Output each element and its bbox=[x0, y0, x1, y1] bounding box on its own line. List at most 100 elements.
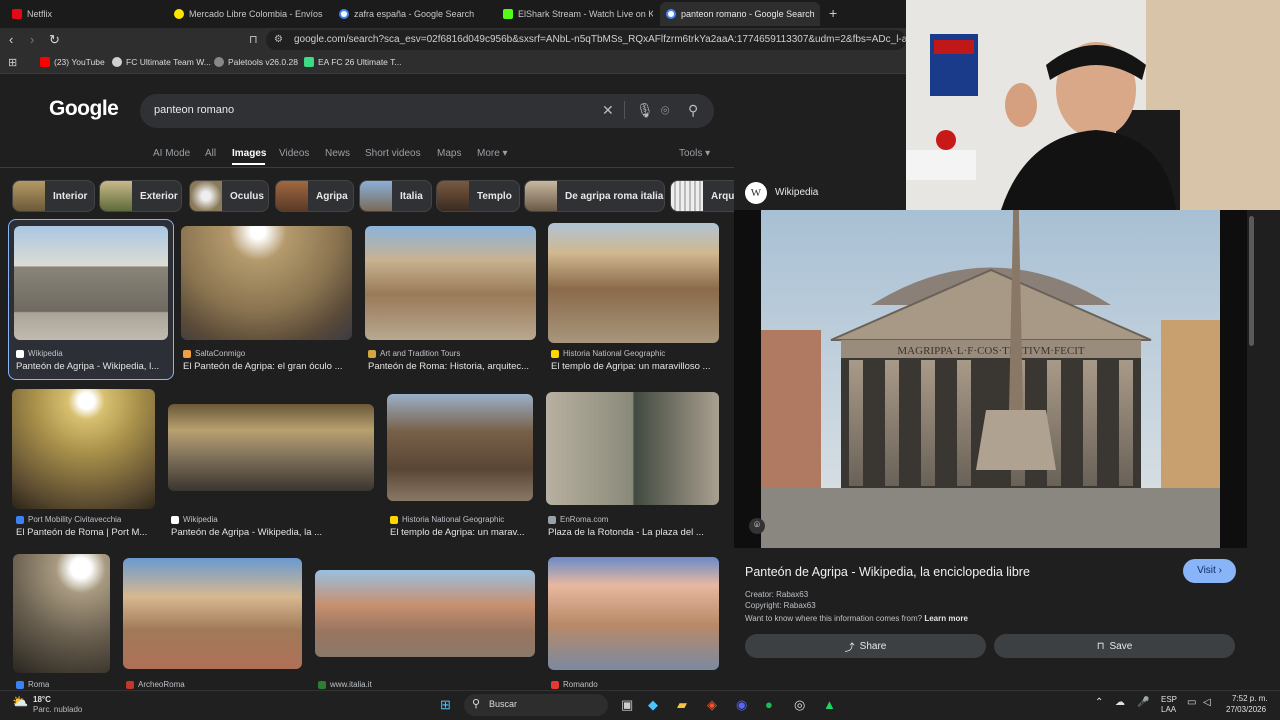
preview-image[interactable]: MAGRIPPA·L·F·COS·TERTIVM·FECIT bbox=[761, 210, 1220, 548]
panel-title[interactable]: Panteón de Agripa - Wikipedia, la encicl… bbox=[745, 565, 1030, 579]
copilot-icon[interactable]: ◆ bbox=[648, 697, 658, 713]
result-title[interactable]: Panteón de Agripa - Wikipedia, la ... bbox=[171, 527, 371, 538]
clock-time[interactable]: 7:52 p. m. bbox=[1232, 694, 1268, 703]
chip-templo[interactable]: Templo bbox=[436, 180, 520, 212]
taskbar-search[interactable]: Buscar bbox=[464, 694, 608, 716]
tab-more[interactable]: More ▾ bbox=[477, 148, 508, 159]
chip-exterior[interactable]: Exterior bbox=[99, 180, 182, 212]
onedrive-icon[interactable]: ☁ bbox=[1115, 697, 1125, 708]
lens-search-icon[interactable]: ⌾ bbox=[749, 518, 765, 534]
network-icon[interactable]: ▭ bbox=[1187, 697, 1196, 708]
wikipedia-icon[interactable]: W bbox=[745, 182, 767, 204]
result-image[interactable] bbox=[548, 223, 719, 343]
microphone-tray-icon[interactable]: 🎤 bbox=[1137, 697, 1149, 708]
brave-icon[interactable]: ◈ bbox=[707, 697, 717, 713]
result-image[interactable] bbox=[12, 389, 155, 509]
result-image[interactable] bbox=[315, 570, 535, 657]
tab-videos[interactable]: Videos bbox=[279, 148, 309, 159]
result-image[interactable] bbox=[548, 557, 719, 670]
tab-mercadolibre[interactable]: Mercado Libre Colombia - Envíos Gra... bbox=[174, 4, 324, 24]
result-source[interactable]: Roma bbox=[16, 680, 49, 689]
result-image[interactable] bbox=[168, 404, 374, 491]
discord-icon[interactable]: ◉ bbox=[736, 697, 747, 713]
result-source[interactable]: EnRoma.com bbox=[548, 515, 608, 524]
result-image[interactable] bbox=[181, 226, 352, 340]
tab-news[interactable]: News bbox=[325, 148, 350, 159]
result-source[interactable]: Port Mobility Civitavecchia bbox=[16, 515, 121, 524]
tab-zafra[interactable]: zafra españa - Google Search bbox=[339, 4, 489, 24]
tab-panteon[interactable]: panteon romano - Google Search✕ bbox=[660, 2, 820, 26]
save-button[interactable]: ⊓ Save bbox=[994, 634, 1235, 658]
lens-icon[interactable]: ⌾ bbox=[661, 102, 669, 119]
tab-maps[interactable]: Maps bbox=[437, 148, 461, 159]
result-title[interactable]: El Panteón de Agripa: el gran óculo ... bbox=[183, 361, 351, 372]
weather-desc[interactable]: Parc. nublado bbox=[33, 705, 82, 714]
address-bar[interactable]: google.com/search?sca_esv=02f6816d049c95… bbox=[266, 30, 906, 50]
tab-kick[interactable]: ElShark Stream - Watch Live on Kick bbox=[503, 4, 653, 24]
bookmark-star-icon[interactable]: ⊓ bbox=[249, 33, 258, 46]
result-source[interactable]: Romando bbox=[551, 680, 598, 689]
result-image[interactable] bbox=[365, 226, 536, 340]
visit-button[interactable]: Visit › bbox=[1183, 559, 1236, 583]
panel-site-name[interactable]: Wikipedia bbox=[775, 187, 818, 198]
result-source[interactable]: Historia National Geographic bbox=[390, 515, 504, 524]
forward-icon[interactable]: › bbox=[30, 32, 34, 47]
result-source[interactable]: www.italia.it bbox=[318, 680, 372, 689]
bookmark-youtube[interactable]: (23) YouTube bbox=[40, 57, 105, 67]
result-source[interactable]: Historia National Geographic bbox=[551, 349, 665, 358]
panel-scrollbar[interactable] bbox=[1249, 216, 1254, 346]
bookmark-ea-fc[interactable]: EA FC 26 Ultimate T... bbox=[304, 57, 401, 67]
chip-arqui[interactable]: Arqui bbox=[670, 180, 734, 212]
result-image[interactable] bbox=[14, 226, 168, 340]
reload-icon[interactable]: ↻ bbox=[49, 32, 60, 48]
result-title[interactable]: Plaza de la Rotonda - La plaza del ... bbox=[548, 527, 719, 538]
result-source[interactable]: Wikipedia bbox=[171, 515, 218, 524]
chip-italia[interactable]: Italia bbox=[359, 180, 432, 212]
result-title[interactable]: El templo de Agripa: un marav... bbox=[390, 527, 533, 538]
task-view-icon[interactable]: ▣ bbox=[621, 697, 633, 713]
spotify-icon[interactable]: ● bbox=[765, 697, 773, 712]
app-icon[interactable]: ▲ bbox=[823, 697, 836, 712]
site-info-icon[interactable]: ⚙ bbox=[274, 34, 283, 45]
result-image[interactable] bbox=[546, 392, 719, 505]
new-tab-button[interactable]: + bbox=[829, 5, 837, 21]
tab-netflix[interactable]: Netflix bbox=[12, 4, 162, 24]
microphone-icon[interactable]: 🎙 bbox=[636, 102, 654, 119]
result-image[interactable] bbox=[387, 394, 533, 501]
clear-icon[interactable]: ✕ bbox=[602, 102, 614, 119]
tab-short-videos[interactable]: Short videos bbox=[365, 148, 421, 159]
result-source[interactable]: Wikipedia bbox=[16, 349, 63, 358]
result-image[interactable] bbox=[13, 554, 110, 673]
weather-icon[interactable]: ⛅ bbox=[12, 694, 28, 710]
apps-grid-icon[interactable]: ⊞ bbox=[8, 56, 17, 69]
chip-interior[interactable]: Interior bbox=[12, 180, 95, 212]
tab-images[interactable]: Images bbox=[232, 148, 266, 159]
chip-oculus[interactable]: Oculus bbox=[189, 180, 269, 212]
file-explorer-icon[interactable]: ▰ bbox=[677, 697, 687, 713]
result-title[interactable]: Panteón de Agripa - Wikipedia, l... bbox=[16, 361, 166, 372]
search-query[interactable]: panteon romano bbox=[154, 104, 234, 116]
clock-date[interactable]: 27/03/2026 bbox=[1226, 705, 1266, 714]
tray-chevron-icon[interactable]: ⌃ bbox=[1095, 697, 1103, 708]
result-source[interactable]: ArcheoRoma bbox=[126, 680, 185, 689]
back-icon[interactable]: ‹ bbox=[9, 32, 13, 47]
share-button[interactable]: ⤴ Share bbox=[745, 634, 986, 658]
bookmark-fc-ultimate[interactable]: FC Ultimate Team W... bbox=[112, 57, 211, 67]
chip-de-agripa-roma-italia[interactable]: De agripa roma italia bbox=[524, 180, 665, 212]
volume-icon[interactable]: ◁ bbox=[1203, 697, 1211, 708]
language-layout[interactable]: LAA bbox=[1161, 705, 1176, 714]
tab-ai-mode[interactable]: AI Mode bbox=[153, 148, 190, 159]
steam-icon[interactable]: ◎ bbox=[794, 697, 805, 713]
result-source[interactable]: Art and Tradition Tours bbox=[368, 349, 460, 358]
result-title[interactable]: El templo de Agripa: un maravilloso ... bbox=[551, 361, 719, 372]
weather-temp[interactable]: 18°C bbox=[33, 695, 51, 704]
search-icon[interactable]: ⚲ bbox=[688, 102, 698, 119]
result-source[interactable]: SaltaConmigo bbox=[183, 349, 245, 358]
chip-agripa[interactable]: Agripa bbox=[275, 180, 354, 212]
windows-start-icon[interactable]: ⊞ bbox=[440, 697, 451, 713]
result-image[interactable] bbox=[123, 558, 302, 669]
google-logo[interactable]: Google bbox=[49, 97, 119, 121]
result-title[interactable]: Panteón de Roma: Historia, arquitec... bbox=[368, 361, 535, 372]
tab-all[interactable]: All bbox=[205, 148, 216, 159]
language-code[interactable]: ESP bbox=[1161, 695, 1177, 704]
